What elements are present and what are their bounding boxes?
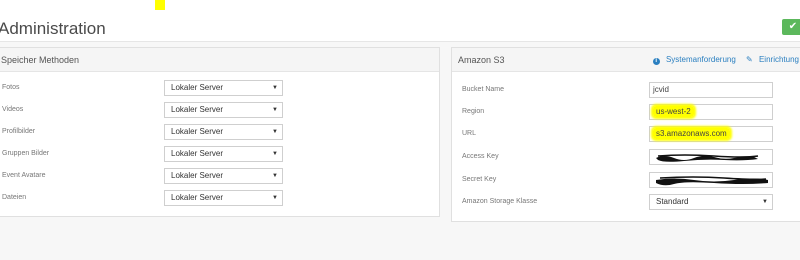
access-key-input[interactable] [649, 149, 773, 165]
s3-row-region: Region us-west-2 [452, 104, 800, 120]
storage-select-videos[interactable]: Lokaler Server ▼ [164, 102, 283, 118]
storage-select-event-avatare[interactable]: Lokaler Server ▼ [164, 168, 283, 184]
storage-row-dateien: Dateien Lokaler Server ▼ [0, 190, 439, 206]
field-label: Region [462, 108, 485, 115]
select-value: Lokaler Server [171, 193, 224, 202]
top-bar: Administration ✔ [0, 0, 800, 42]
select-value: Lokaler Server [171, 83, 224, 92]
storage-label: Dateien [2, 194, 27, 201]
storage-select-dateien[interactable]: Lokaler Server ▼ [164, 190, 283, 206]
caret-down-icon: ▼ [272, 107, 278, 113]
panel-header: Amazon S3 i Systemanforderung ✎ Einricht… [452, 48, 800, 72]
panel-links: i Systemanforderung ✎ Einrichtung [645, 48, 799, 72]
storage-row-fotos: Fotos Lokaler Server ▼ [0, 80, 439, 96]
page-title: Administration [0, 19, 106, 38]
wrench-icon: ✎ [746, 55, 753, 64]
select-value: Lokaler Server [171, 127, 224, 136]
field-label: Bucket Name [462, 86, 505, 93]
field-label: URL [462, 130, 477, 137]
caret-down-icon: ▼ [272, 195, 278, 201]
setup-label: Einrichtung [758, 55, 799, 64]
storage-methods-panel: Speicher Methoden Fotos Lokaler Server ▼ … [0, 47, 440, 217]
caret-down-icon: ▼ [762, 199, 768, 205]
input-value: s3.amazonaws.com [653, 128, 730, 139]
caret-down-icon: ▼ [272, 151, 278, 157]
panel-title: Amazon S3 [458, 55, 505, 65]
storage-select-profilbilder[interactable]: Lokaler Server ▼ [164, 124, 283, 140]
redaction-scribble [656, 176, 768, 186]
input-value: us-west-2 [653, 106, 694, 117]
storage-label: Gruppen Bilder [2, 150, 50, 157]
storage-class-select[interactable]: Standard ▼ [649, 194, 773, 210]
s3-row-bucket: Bucket Name jcvid [452, 82, 800, 98]
storage-label: Profilbilder [2, 128, 36, 135]
field-label: Access Key [462, 153, 499, 160]
select-value: Lokaler Server [171, 105, 224, 114]
info-icon: i [652, 58, 660, 65]
storage-row-profilbilder: Profilbilder Lokaler Server ▼ [0, 124, 439, 140]
amazon-s3-panel: Amazon S3 i Systemanforderung ✎ Einricht… [451, 47, 800, 222]
storage-row-videos: Videos Lokaler Server ▼ [0, 102, 439, 118]
s3-row-access-key: Access Key [452, 149, 800, 165]
requirements-label: Systemanforderung [665, 55, 736, 64]
select-value: Lokaler Server [171, 149, 224, 158]
select-value: Lokaler Server [171, 171, 224, 180]
caret-down-icon: ▼ [272, 85, 278, 91]
save-button[interactable]: ✔ [782, 19, 800, 35]
storage-row-event-avatare: Event Avatare Lokaler Server ▼ [0, 168, 439, 184]
setup-link[interactable]: ✎ Einrichtung [742, 55, 799, 64]
storage-label: Videos [2, 106, 24, 113]
select-value: Standard [656, 197, 689, 206]
s3-row-secret-key: Secret Key [452, 172, 800, 188]
storage-select-fotos[interactable]: Lokaler Server ▼ [164, 80, 283, 96]
region-input[interactable]: us-west-2 [649, 104, 773, 120]
requirements-link[interactable]: i Systemanforderung [649, 55, 736, 65]
secret-key-input[interactable] [649, 172, 773, 188]
s3-row-url: URL s3.amazonaws.com [452, 126, 800, 142]
url-input[interactable]: s3.amazonaws.com [649, 126, 773, 142]
checkmark-icon: ✔ [788, 21, 798, 32]
field-label: Secret Key [462, 176, 497, 183]
s3-row-storage-class: Amazon Storage Klasse Standard ▼ [452, 194, 800, 210]
storage-select-gruppen-bilder[interactable]: Lokaler Server ▼ [164, 146, 283, 162]
bucket-name-input[interactable]: jcvid [649, 82, 773, 98]
storage-label: Event Avatare [2, 172, 46, 179]
input-value: jcvid [653, 85, 670, 94]
redaction-scribble [656, 154, 759, 162]
field-label: Amazon Storage Klasse [462, 198, 538, 205]
caret-down-icon: ▼ [272, 129, 278, 135]
storage-label: Fotos [2, 84, 20, 91]
panel-title: Speicher Methoden [0, 48, 439, 72]
highlight-mark [155, 0, 165, 10]
storage-row-gruppen-bilder: Gruppen Bilder Lokaler Server ▼ [0, 146, 439, 162]
caret-down-icon: ▼ [272, 173, 278, 179]
